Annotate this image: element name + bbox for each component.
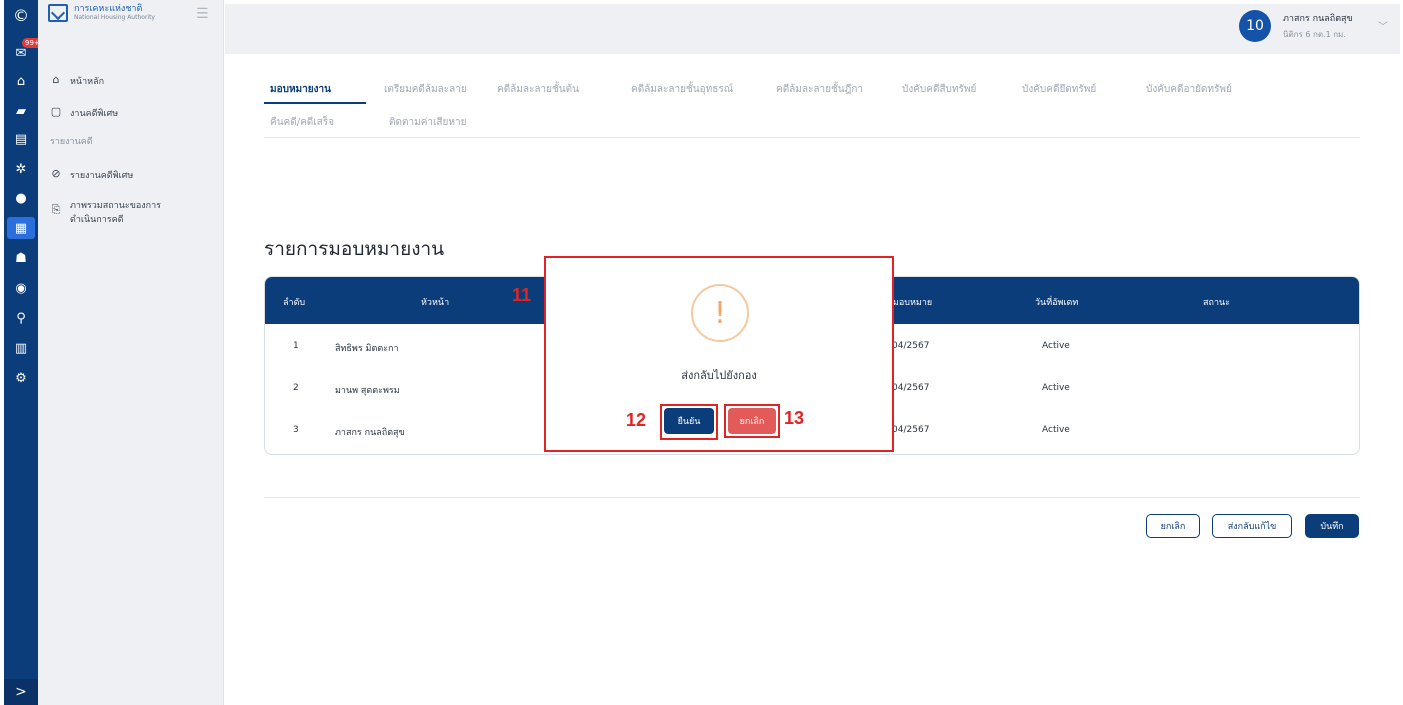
cell-date: /04/2567	[889, 341, 930, 351]
cell-date: /04/2567	[889, 425, 930, 435]
cell-no: 2	[293, 383, 299, 393]
cell-no: 1	[293, 341, 299, 351]
column-header: สถานะ	[1203, 298, 1230, 308]
dashboard-icon[interactable]: ▦	[7, 217, 35, 239]
brand-subtitle: National Housing Authority	[74, 14, 155, 21]
cell-no: 3	[293, 425, 299, 435]
column-header: ลำดับ	[283, 298, 306, 308]
tab-return-case[interactable]: คืนคดี/คดีเสร็จ	[270, 115, 334, 130]
cell-name: มานพ สุดตะพรม	[335, 386, 400, 396]
tab-enforce-search[interactable]: บังคับคดีสืบทรัพย์	[902, 82, 976, 97]
settings-gear-icon[interactable]: ✲	[4, 158, 38, 180]
tab-bankruptcy-supreme[interactable]: คดีล้มละลายชั้นฎีกา	[776, 82, 863, 97]
bookmark-icon: ▢	[50, 105, 62, 118]
brand: การเคหะแห่งชาติ National Housing Authori…	[48, 4, 155, 22]
user-name: ภาสกร กนลถิตสุข	[1283, 14, 1353, 24]
footer-divider	[264, 497, 1360, 498]
chart-icon[interactable]: ▥	[4, 337, 38, 359]
chevron-down-icon[interactable]: ﹀	[1378, 18, 1388, 33]
dialog-cancel-button[interactable]: ยกเลิก	[728, 408, 776, 434]
folder-icon[interactable]: ▰	[4, 100, 38, 122]
cell-status: Active	[1042, 425, 1070, 435]
cancel-button[interactable]: ยกเลิก	[1146, 514, 1200, 538]
send-back-button[interactable]: ส่งกลับแก้ไข	[1212, 514, 1292, 538]
no-entry-icon: ⊘	[51, 167, 61, 180]
dialog-message: ส่งกลับไปยังกอง	[681, 369, 757, 382]
sidebar-item-case-overview[interactable]: ⎘ ภาพรวมสถานะของการ ดำเนินการคดี	[50, 198, 161, 226]
annotation-label-cancel: 13	[784, 408, 805, 428]
group-icon[interactable]: ☗	[4, 247, 38, 269]
confirm-dialog: ! ส่งกลับไปยังกอง ยืนยัน ยกเลิก	[544, 256, 894, 452]
search-icon[interactable]: ⚲	[4, 307, 38, 329]
tabs-divider	[264, 137, 1360, 138]
page-title: รายการมอบหมายงาน	[264, 238, 445, 260]
sidebar-section-reports: รายงานคดี	[50, 137, 93, 147]
tab-assign-work[interactable]: มอบหมายงาน	[270, 82, 331, 97]
sidebar-item-label: งานคดีพิเศษ	[70, 109, 119, 119]
tab-bankruptcy-first[interactable]: คดีล้มละลายชั้นต้น	[497, 82, 579, 97]
annotation-label-confirm: 12	[626, 410, 647, 430]
tab-track-damages[interactable]: ติดตามค่าเสียหาย	[389, 115, 466, 130]
confirm-button[interactable]: ยืนยัน	[664, 408, 714, 434]
tab-bankruptcy-appeal[interactable]: คดีล้มละลายชั้นอุทธรณ์	[631, 82, 733, 97]
user-icon[interactable]: ●	[4, 187, 38, 209]
top-bar	[225, 4, 1400, 54]
save-button[interactable]: บันทึก	[1305, 514, 1359, 538]
cell-status: Active	[1042, 341, 1070, 351]
sidebar-item-label: รายงานคดีพิเศษ	[70, 171, 134, 181]
document-icon[interactable]: ▤	[4, 128, 38, 150]
icon-rail: © ✉ 99+ ⌂ ▰ ▤ ✲ ● ▦ ☗ ◉ ⚲ ▥ ⚙	[4, 0, 43, 705]
hamburger-menu-icon[interactable]: ☰	[196, 6, 209, 22]
sidebar-item-label-line2: ดำเนินการคดี	[70, 215, 124, 225]
sidebar-item-special-cases[interactable]: ▢ งานคดีพิเศษ	[50, 106, 118, 120]
user-role: นิติกร 6 กต.1 กม.	[1283, 30, 1346, 39]
sidebar-item-label: หน้าหลัก	[70, 77, 105, 87]
sidebar-item-home[interactable]: ⌂ หน้าหลัก	[50, 73, 105, 88]
avatar[interactable]: 10	[1239, 10, 1271, 42]
tab-enforce-seize[interactable]: บังคับคดียึดทรัพย์	[1022, 82, 1096, 97]
active-tab-indicator	[264, 102, 366, 104]
sidebar-item-special-report[interactable]: ⊘ รายงานคดีพิเศษ	[50, 168, 133, 182]
cell-status: Active	[1042, 383, 1070, 393]
cell-name: สิทธิพร มิตตะกา	[335, 344, 399, 354]
shield-icon[interactable]: ◉	[4, 277, 38, 299]
tab-enforce-attach[interactable]: บังคับคดีอายัดทรัพย์	[1146, 82, 1232, 97]
brand-name: การเคหะแห่งชาติ	[74, 4, 143, 14]
cell-date: /04/2567	[889, 383, 930, 393]
cell-name: ภาสกร กนลถิตสุข	[335, 428, 405, 438]
warning-exclamation-icon: !	[691, 284, 749, 342]
brand-logo-icon	[48, 4, 68, 22]
tab-prepare-bankruptcy[interactable]: เตรียมคดีล้มละลาย	[384, 82, 467, 97]
home-icon[interactable]: ⌂	[4, 70, 38, 92]
sidebar-item-label: ภาพรวมสถานะของการ	[70, 201, 162, 211]
annotation-label-modal: 11	[512, 285, 532, 305]
column-header: วันที่อัพเดท	[1035, 298, 1079, 308]
column-header: หัวหน้า	[421, 298, 450, 308]
file-icon: ⎘	[51, 203, 61, 216]
sidebar: การเคหะแห่งชาติ National Housing Authori…	[38, 0, 224, 705]
home-outline-icon: ⌂	[52, 73, 60, 86]
logo-icon[interactable]: ©	[4, 4, 38, 26]
expand-rail-button[interactable]: >	[4, 679, 38, 705]
cogs-icon[interactable]: ⚙	[4, 367, 38, 389]
